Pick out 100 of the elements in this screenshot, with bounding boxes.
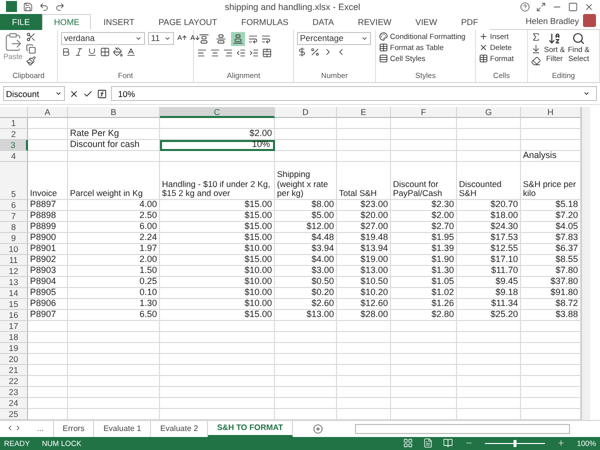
cells-icon[interactable] — [479, 32, 488, 41]
borders-icon[interactable] — [100, 46, 110, 57]
row-header[interactable]: 21 — [0, 364, 28, 376]
avatar-icon[interactable] — [583, 14, 596, 28]
row-header[interactable]: 25 — [0, 408, 28, 420]
font-name-field[interactable]: verdana — [61, 32, 145, 45]
sheet-tab[interactable]: Errors — [54, 420, 94, 437]
horizontal-scrollbar[interactable] — [355, 424, 570, 434]
row-header[interactable]: 18 — [0, 332, 28, 343]
cancel-icon[interactable] — [69, 88, 79, 99]
table-cell: 2.00 — [68, 254, 160, 266]
italic-icon[interactable] — [74, 46, 84, 57]
underline-icon[interactable] — [87, 46, 97, 57]
row-header[interactable]: 10 — [0, 244, 28, 255]
column-header[interactable]: D — [275, 106, 337, 118]
fill-icon[interactable] — [531, 44, 541, 54]
scroll-left-icon[interactable] — [6, 424, 14, 432]
bold-icon[interactable] — [61, 46, 71, 57]
row-header[interactable]: 17 — [0, 320, 28, 332]
autosum-icon[interactable] — [531, 32, 541, 42]
ribbon-tab[interactable]: HOME — [42, 14, 92, 30]
empty-cell — [391, 376, 457, 387]
currency-icon[interactable] — [297, 46, 307, 57]
align-center-icon[interactable] — [210, 48, 220, 58]
row-header[interactable]: 8 — [0, 222, 28, 233]
table-cell: $5.18 — [521, 200, 581, 211]
column-header[interactable]: F — [391, 106, 457, 118]
undo-icon[interactable] — [39, 2, 49, 12]
styles-icon[interactable] — [379, 42, 388, 52]
column-header[interactable]: E — [337, 106, 391, 118]
row-header[interactable]: 6 — [0, 200, 28, 211]
enter-icon[interactable] — [83, 88, 93, 99]
column-header[interactable]: G — [457, 106, 521, 118]
row-header[interactable]: 5 — [0, 162, 28, 200]
column-header[interactable]: B — [68, 106, 160, 118]
row-header[interactable]: 22 — [0, 376, 28, 387]
font-size-field[interactable]: 11 — [148, 32, 174, 45]
row-header[interactable]: 12 — [0, 266, 28, 277]
page-break-icon[interactable] — [442, 438, 453, 448]
number-format-field[interactable]: Percentage — [297, 32, 371, 45]
ribbon-tab[interactable]: FILE — [0, 14, 42, 30]
save-icon[interactable] — [23, 2, 33, 12]
format-painter-icon[interactable] — [26, 56, 36, 66]
row-header[interactable]: 2 — [0, 128, 28, 140]
row-header[interactable]: 16 — [0, 310, 28, 321]
row-header[interactable]: 4 — [0, 150, 28, 162]
formula-field[interactable]: 10% — [111, 86, 597, 102]
page-layout-icon[interactable] — [422, 438, 433, 448]
help-icon[interactable] — [520, 2, 530, 12]
row-header[interactable]: 3 — [0, 140, 28, 151]
empty-cell — [457, 376, 521, 387]
styles-icon[interactable] — [379, 32, 388, 41]
maximize-icon[interactable] — [568, 2, 578, 12]
new-sheet-icon[interactable] — [313, 424, 323, 434]
cells-icon[interactable] — [479, 54, 488, 63]
normal-view-icon[interactable] — [402, 438, 413, 448]
column-header[interactable]: C — [160, 106, 275, 118]
row-header[interactable]: 24 — [0, 398, 28, 409]
scroll-right-icon[interactable] — [14, 424, 22, 432]
ribbon-display-icon[interactable] — [536, 2, 546, 12]
column-header[interactable]: H — [521, 106, 581, 118]
percent-icon[interactable] — [310, 46, 320, 57]
column-header[interactable]: A — [28, 106, 68, 118]
row-header[interactable]: 13 — [0, 276, 28, 288]
decrease-indent-icon[interactable] — [236, 48, 246, 58]
user-name[interactable]: Helen Bradley — [526, 16, 583, 26]
align-left-icon[interactable] — [197, 48, 207, 58]
cells-icon[interactable] — [479, 42, 488, 52]
row-header[interactable]: 19 — [0, 342, 28, 354]
search-icon[interactable] — [572, 32, 586, 45]
styles-icon[interactable] — [379, 54, 388, 63]
zoom-thumb[interactable] — [513, 440, 516, 447]
copy-icon[interactable] — [26, 44, 36, 54]
align-right-icon[interactable] — [223, 48, 233, 58]
row-header[interactable]: 23 — [0, 386, 28, 398]
increase-indent-icon[interactable] — [249, 48, 259, 58]
row-header[interactable]: 20 — [0, 354, 28, 365]
merge-icon[interactable] — [262, 48, 272, 58]
clear-icon[interactable] — [531, 56, 541, 66]
row-header[interactable]: 7 — [0, 210, 28, 222]
empty-cell — [337, 140, 391, 151]
row-header[interactable]: 14 — [0, 288, 28, 299]
redo-icon[interactable] — [55, 2, 65, 12]
row-header[interactable]: 15 — [0, 298, 28, 310]
wrap-text-icon[interactable] — [261, 34, 271, 44]
close-icon[interactable] — [584, 2, 594, 12]
sort-icon[interactable] — [548, 32, 561, 45]
row-header[interactable]: 1 — [0, 118, 28, 129]
empty-cell — [457, 140, 521, 151]
sheet-tab[interactable]: S&H TO FORMAT — [208, 420, 293, 437]
vertical-scrollbar[interactable] — [581, 106, 590, 420]
name-box[interactable]: Discount — [3, 86, 65, 102]
clipboard-icon[interactable] — [3, 32, 23, 52]
fill-color-icon[interactable] — [113, 46, 123, 57]
cut-icon[interactable] — [26, 32, 36, 42]
insert-function-icon[interactable] — [97, 88, 107, 99]
row-header[interactable]: 9 — [0, 232, 28, 244]
font-color-icon[interactable] — [126, 46, 136, 57]
zoom-in-icon[interactable] — [556, 439, 565, 448]
row-header[interactable]: 11 — [0, 254, 28, 266]
